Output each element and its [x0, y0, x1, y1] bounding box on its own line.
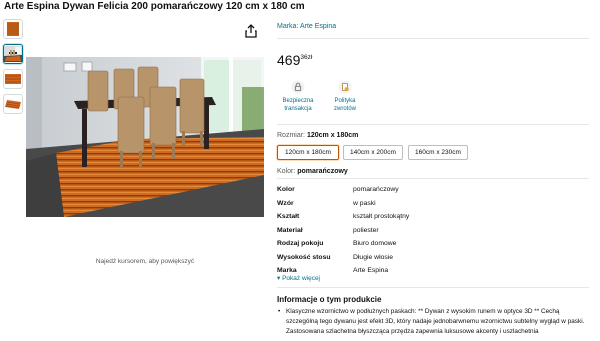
- price-fraction: 36: [300, 54, 308, 61]
- spec-value: pomarańczowy: [353, 186, 399, 194]
- about-bullets: Klasyczne wzornictwo w podłużnych paskac…: [277, 307, 593, 337]
- color-label-text: Kolor:: [277, 168, 296, 175]
- size-option-120x180[interactable]: 120cm x 180cm: [277, 145, 339, 160]
- brand-link[interactable]: Marka: Arte Espina: [277, 23, 336, 30]
- spec-row: Rodzaj pokoju Biuro domowe: [277, 237, 409, 251]
- thumbnail-1[interactable]: [3, 19, 23, 39]
- size-label: Rozmiar: 120cm x 180cm: [277, 132, 358, 139]
- price: 46936zł: [277, 52, 312, 70]
- spec-key: Wzór: [277, 199, 294, 207]
- product-title: Arte Espina Dywan Felicia 200 pomarańczo…: [4, 1, 305, 12]
- about-section-title: Informacje o tym produkcie: [277, 295, 382, 304]
- thumbnail-4[interactable]: [3, 94, 23, 114]
- thumbnail-strip: [3, 19, 25, 119]
- thumbnail-3[interactable]: [3, 69, 23, 89]
- rug-closeup-thumbnail-icon: [4, 71, 22, 87]
- divider: [277, 287, 589, 288]
- spec-key: Wysokość stosu: [277, 253, 331, 261]
- rug-angle-thumbnail-icon: [4, 96, 22, 112]
- size-option-160x230[interactable]: 160cm x 230cm: [408, 145, 468, 160]
- thumbnail-2[interactable]: [3, 44, 23, 64]
- rug-thumbnail-icon: [7, 22, 19, 36]
- spec-row: Wzór w paski: [277, 197, 409, 211]
- product-specs-table: Kolor pomarańczowy Wzór w paski Kształt ksz…: [277, 183, 409, 278]
- spec-row: Kolor pomarańczowy: [277, 183, 409, 197]
- price-currency: zł: [307, 54, 313, 61]
- size-selected-value: 120cm x 180cm: [306, 132, 359, 139]
- spec-value: w paski: [353, 199, 376, 207]
- spec-row: Wysokość stosu Długie włosie: [277, 251, 409, 265]
- main-product-image[interactable]: [26, 57, 264, 217]
- spec-row: Materiał poliester: [277, 224, 409, 238]
- return-policy-icon: [338, 80, 352, 94]
- spec-key: Rodzaj pokoju: [277, 240, 324, 248]
- size-label-text: Rozmiar:: [277, 132, 306, 139]
- about-bullet: Klasyczne wzornictwo w podłużnych paskac…: [277, 307, 593, 337]
- size-option-140x200[interactable]: 140cm x 200cm: [343, 145, 403, 160]
- feature-return-policy[interactable]: Polityka zwrotów: [325, 80, 365, 113]
- feature-label: Bezpieczna transakcja: [282, 98, 314, 112]
- lock-icon: [291, 80, 305, 94]
- spec-value: Biuro domowe: [353, 240, 397, 248]
- divider: [277, 124, 589, 125]
- feature-secure-transaction[interactable]: Bezpieczna transakcja: [278, 80, 318, 113]
- zoom-hint: Najedź kursorem, aby powiększyć: [95, 258, 195, 265]
- share-icon[interactable]: [244, 24, 258, 38]
- spec-value: Długie włosie: [353, 253, 394, 261]
- price-whole: 469: [277, 52, 301, 68]
- spec-key: Kształt: [277, 213, 300, 221]
- show-more-link[interactable]: ▾ Pokaż więcej: [277, 274, 320, 282]
- spec-value: poliester: [353, 226, 379, 234]
- spec-key: Kolor: [277, 186, 295, 194]
- spec-row: Kształt kształt prostokątny: [277, 210, 409, 224]
- divider: [277, 178, 589, 179]
- spec-key: Materiał: [277, 226, 303, 234]
- room-thumbnail-icon: [4, 46, 22, 62]
- color-label: Kolor: pomarańczowy: [277, 168, 348, 175]
- feature-label: Polityka zwrotów: [333, 98, 356, 112]
- divider: [277, 38, 589, 39]
- color-selected-value: pomarańczowy: [297, 168, 348, 175]
- spec-value: Arte Espina: [353, 267, 389, 275]
- spec-value: kształt prostokątny: [353, 213, 410, 221]
